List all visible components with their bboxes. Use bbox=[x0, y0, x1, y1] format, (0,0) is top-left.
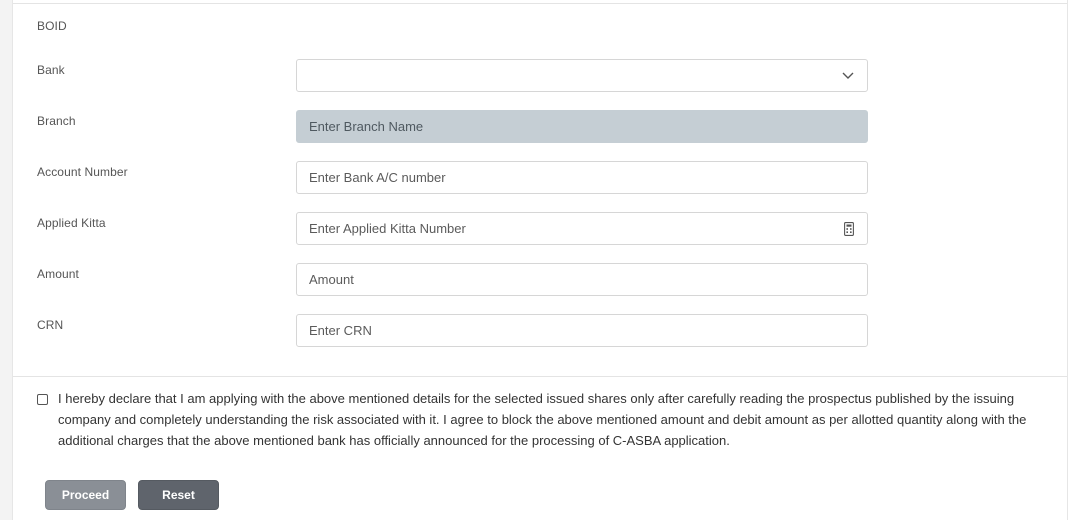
proceed-button[interactable]: Proceed bbox=[45, 480, 126, 510]
account-number-input[interactable] bbox=[297, 162, 867, 193]
branch-input bbox=[297, 111, 867, 142]
declaration-checkbox[interactable] bbox=[37, 394, 48, 405]
declaration-text: I hereby declare that I am applying with… bbox=[58, 391, 1027, 448]
crn-label: CRN bbox=[37, 318, 64, 332]
application-form-panel: BOID Bank Branch Account Number Applied … bbox=[12, 0, 1068, 520]
calculator-icon[interactable] bbox=[844, 222, 854, 236]
divider bbox=[13, 3, 1067, 4]
reset-button[interactable]: Reset bbox=[138, 480, 219, 510]
amount-input[interactable] bbox=[297, 264, 867, 295]
crn-field[interactable] bbox=[296, 314, 868, 347]
applied-kitta-input[interactable] bbox=[297, 213, 867, 244]
crn-input[interactable] bbox=[297, 315, 867, 346]
applied-kitta-field[interactable] bbox=[296, 212, 868, 245]
bank-select[interactable] bbox=[296, 59, 868, 92]
chevron-down-icon bbox=[842, 72, 854, 79]
boid-label: BOID bbox=[37, 19, 67, 33]
branch-label: Branch bbox=[37, 114, 76, 128]
branch-field bbox=[296, 110, 868, 143]
account-number-field[interactable] bbox=[296, 161, 868, 194]
amount-label: Amount bbox=[37, 267, 79, 281]
account-number-label: Account Number bbox=[37, 165, 128, 179]
amount-field[interactable] bbox=[296, 263, 868, 296]
applied-kitta-label: Applied Kitta bbox=[37, 216, 106, 230]
bank-label: Bank bbox=[37, 63, 65, 77]
divider bbox=[13, 376, 1067, 377]
